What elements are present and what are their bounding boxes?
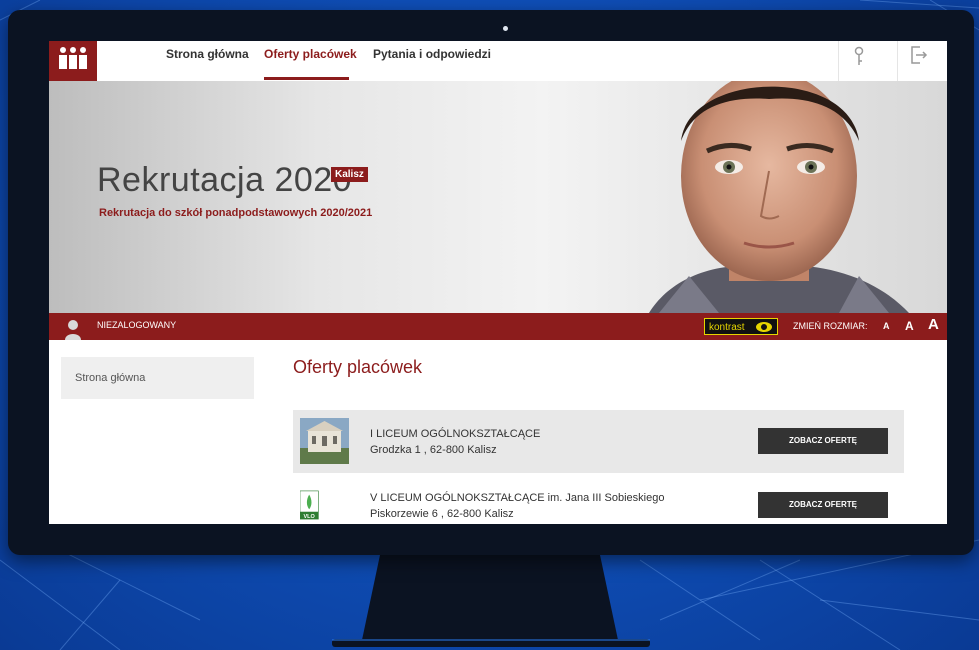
school-row: VLO V LICEUM OGÓLNOKSZTAŁCĄCE im. Jana I…: [293, 474, 904, 524]
see-offer-button[interactable]: ZOBACZ OFERTĘ: [758, 428, 888, 454]
student-photo: [649, 81, 909, 313]
font-size-medium-button[interactable]: A: [905, 319, 914, 333]
banner-title: Rekrutacja 2020: [97, 161, 353, 199]
top-navigation: Strona główna Oferty placówek Pytania i …: [49, 41, 947, 82]
sidebar-item-home[interactable]: Strona główna: [61, 357, 254, 399]
sidebar-item-label: Strona główna: [75, 372, 146, 384]
see-offer-button[interactable]: ZOBACZ OFERTĘ: [758, 492, 888, 518]
school-name: V LICEUM OGÓLNOKSZTAŁCĄCE im. Jana III S…: [370, 492, 665, 504]
school-address: Piskorzewie 6 , 62-800 Kalisz: [370, 508, 514, 520]
school-address: Grodzka 1 , 62-800 Kalisz: [370, 444, 497, 456]
eye-icon: [756, 322, 772, 332]
nav-active-indicator: [264, 77, 349, 80]
page-title: Oferty placówek: [293, 357, 423, 377]
nav-offers[interactable]: Oferty placówek: [264, 41, 357, 81]
logo-icon[interactable]: [49, 41, 97, 81]
nav-faq[interactable]: Pytania i odpowiedzi: [373, 41, 491, 81]
contrast-label: kontrast: [709, 322, 745, 333]
city-badge: Kalisz: [331, 167, 368, 182]
font-size-small-button[interactable]: A: [883, 321, 890, 331]
school-logo-text: VLO: [304, 514, 316, 520]
monitor-stand: [332, 555, 650, 647]
school-photo: [300, 418, 349, 464]
user-icon: [65, 320, 81, 340]
screen: Strona główna Oferty placówek Pytania i …: [49, 41, 947, 524]
nav-home[interactable]: Strona główna: [166, 41, 249, 81]
font-size-large-button[interactable]: A: [928, 316, 939, 333]
hero-banner: Rekrutacja 2020 Kalisz Rekrutacja do szk…: [49, 81, 947, 313]
school-row: I LICEUM OGÓLNOKSZTAŁCĄCE Grodzka 1 , 62…: [293, 410, 904, 473]
resize-label: ZMIEŃ ROZMIAR:: [793, 321, 868, 331]
camera-dot: [503, 26, 508, 31]
school-logo: VLO: [300, 490, 319, 520]
contrast-toggle[interactable]: kontrast: [704, 318, 778, 335]
status-bar: NIEZALOGOWANY kontrast ZMIEŃ ROZMIAR: A …: [49, 313, 947, 340]
key-icon[interactable]: [838, 41, 879, 81]
login-status: NIEZALOGOWANY: [97, 320, 177, 330]
logout-icon[interactable]: [897, 41, 938, 81]
school-name: I LICEUM OGÓLNOKSZTAŁCĄCE: [370, 428, 541, 440]
banner-subtitle: Rekrutacja do szkół ponadpodstawowych 20…: [99, 207, 373, 219]
